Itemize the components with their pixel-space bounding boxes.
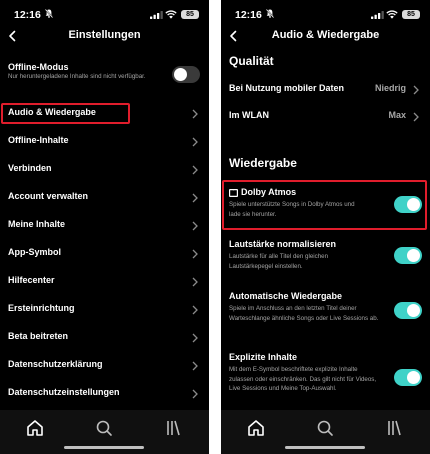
home-indicator: [285, 446, 365, 449]
menu-item-label: Meine Inhalte: [8, 219, 66, 229]
section-title-quality: Qualität: [229, 54, 274, 68]
menu-item-ersteinrichtung[interactable]: Ersteinrichtung: [0, 299, 209, 321]
explicit-description: Mit dem E-Symbol beschriftete explizite …: [229, 366, 377, 392]
chevron-right-icon: [192, 193, 198, 203]
quality-wlan-row[interactable]: Im WLAN Max: [221, 106, 430, 128]
status-time: 12:16: [235, 9, 262, 21]
chevron-right-icon: [192, 277, 198, 287]
menu-item-label: Beta beitreten: [8, 331, 69, 341]
home-icon[interactable]: [23, 418, 47, 438]
normalize-toggle[interactable]: [394, 247, 422, 264]
toggle-knob: [174, 68, 187, 81]
search-icon[interactable]: [92, 418, 116, 438]
toggle-knob: [407, 249, 420, 262]
dolby-atmos-label: Dolby Atmos: [241, 187, 297, 197]
menu-item-datenschutzerklaerung[interactable]: Datenschutzerklärung: [0, 355, 209, 377]
status-bar: 12:16 85: [0, 0, 209, 26]
menu-item-label: Datenschutzeinstellungen: [8, 387, 120, 397]
toggle-knob: [407, 371, 420, 384]
menu-item-beta-beitreten[interactable]: Beta beitreten: [0, 327, 209, 349]
bell-muted-icon: [266, 9, 274, 18]
quality-mobile-row[interactable]: Bei Nutzung mobiler Daten Niedrig: [221, 79, 430, 101]
autoplay-description: Spiele im Anschluss an den letzten Titel…: [229, 305, 379, 322]
menu-item-label: Datenschutzerklärung: [8, 359, 103, 369]
nav-bar: Einstellungen: [0, 26, 209, 48]
menu-item-label: Account verwalten: [8, 191, 89, 201]
home-icon[interactable]: [244, 418, 268, 438]
signal-icon: [371, 11, 384, 19]
library-icon[interactable]: [161, 418, 185, 438]
quality-wlan-value: Max: [388, 110, 406, 120]
offline-mode-toggle[interactable]: [172, 66, 200, 83]
quality-mobile-label: Bei Nutzung mobiler Daten: [229, 83, 345, 93]
menu-item-hilfecenter[interactable]: Hilfecenter: [0, 271, 209, 293]
chevron-right-icon: [192, 137, 198, 147]
status-bar: 12:16 85: [221, 0, 430, 26]
autoplay-toggle[interactable]: [394, 302, 422, 319]
menu-item-audio-wiedergabe[interactable]: Audio & Wiedergabe: [0, 103, 209, 125]
page-title: Einstellungen: [68, 29, 141, 41]
dolby-atmos-toggle[interactable]: [394, 196, 422, 213]
chevron-right-icon: [192, 221, 198, 231]
wifi-icon: [165, 10, 177, 19]
menu-item-account-verwalten[interactable]: Account verwalten: [0, 187, 209, 209]
menu-item-label: Ersteinrichtung: [8, 303, 75, 313]
menu-item-offline-inhalte[interactable]: Offline-Inhalte: [0, 131, 209, 153]
dolby-atmos-description: Spiele unterstützte Songs in Dolby Atmos…: [229, 201, 355, 218]
menu-item-meine-inhalte[interactable]: Meine Inhalte: [0, 215, 209, 237]
chevron-right-icon: [192, 165, 198, 175]
library-icon[interactable]: [382, 418, 406, 438]
signal-icon: [150, 11, 163, 19]
tab-bar: [221, 410, 430, 454]
normalize-label: Lautstärke normalisieren: [229, 239, 337, 249]
chevron-right-icon: [192, 389, 198, 399]
tab-bar: [0, 410, 209, 454]
battery-icon: 85: [181, 10, 199, 19]
menu-item-label: App-Symbol: [8, 247, 61, 257]
offline-mode-description: Nur heruntergeladene Inhalte sind nicht …: [8, 73, 146, 80]
menu-item-verbinden[interactable]: Verbinden: [0, 159, 209, 181]
menu-item-label: Offline-Inhalte: [8, 135, 69, 145]
toggle-knob: [407, 198, 420, 211]
audio-playback-screen: 12:16 85 Audio & Wiedergabe Qualität Bei…: [221, 0, 430, 454]
nav-bar: Audio & Wiedergabe: [221, 26, 430, 48]
menu-item-datenschutzeinstellungen[interactable]: Datenschutzeinstellungen: [0, 383, 209, 405]
menu-item-label: Hilfecenter: [8, 275, 55, 285]
explicit-label: Explizite Inhalte: [229, 352, 298, 362]
status-time: 12:16: [14, 9, 41, 21]
quality-mobile-value: Niedrig: [374, 83, 406, 93]
autoplay-label: Automatische Wiedergabe: [229, 291, 342, 301]
chevron-right-icon: [413, 112, 419, 122]
battery-icon: 85: [402, 10, 420, 19]
explicit-toggle[interactable]: [394, 369, 422, 386]
menu-item-label: Audio & Wiedergabe: [8, 107, 96, 117]
chevron-right-icon: [192, 305, 198, 315]
section-title-playback: Wiedergabe: [229, 156, 297, 170]
bell-muted-icon: [45, 9, 53, 18]
chevron-right-icon: [192, 333, 198, 343]
chevron-right-icon: [413, 85, 419, 95]
menu-item-app-symbol[interactable]: App-Symbol: [0, 243, 209, 265]
normalize-description: Lautstärke für alle Titel den gleichen L…: [229, 253, 329, 270]
chevron-right-icon: [192, 249, 198, 259]
chevron-right-icon: [192, 361, 198, 371]
settings-screen: 12:16 85 Einstellungen Offline-Modus Nur…: [0, 0, 209, 454]
offline-mode-label: Offline-Modus: [8, 62, 69, 72]
chevron-right-icon: [192, 109, 198, 119]
quality-wlan-label: Im WLAN: [229, 110, 269, 120]
home-indicator: [64, 446, 144, 449]
dolby-icon: [229, 189, 238, 197]
search-icon[interactable]: [313, 418, 337, 438]
menu-item-label: Verbinden: [8, 163, 52, 173]
toggle-knob: [407, 304, 420, 317]
wifi-icon: [386, 10, 398, 19]
page-title: Audio & Wiedergabe: [271, 29, 380, 41]
